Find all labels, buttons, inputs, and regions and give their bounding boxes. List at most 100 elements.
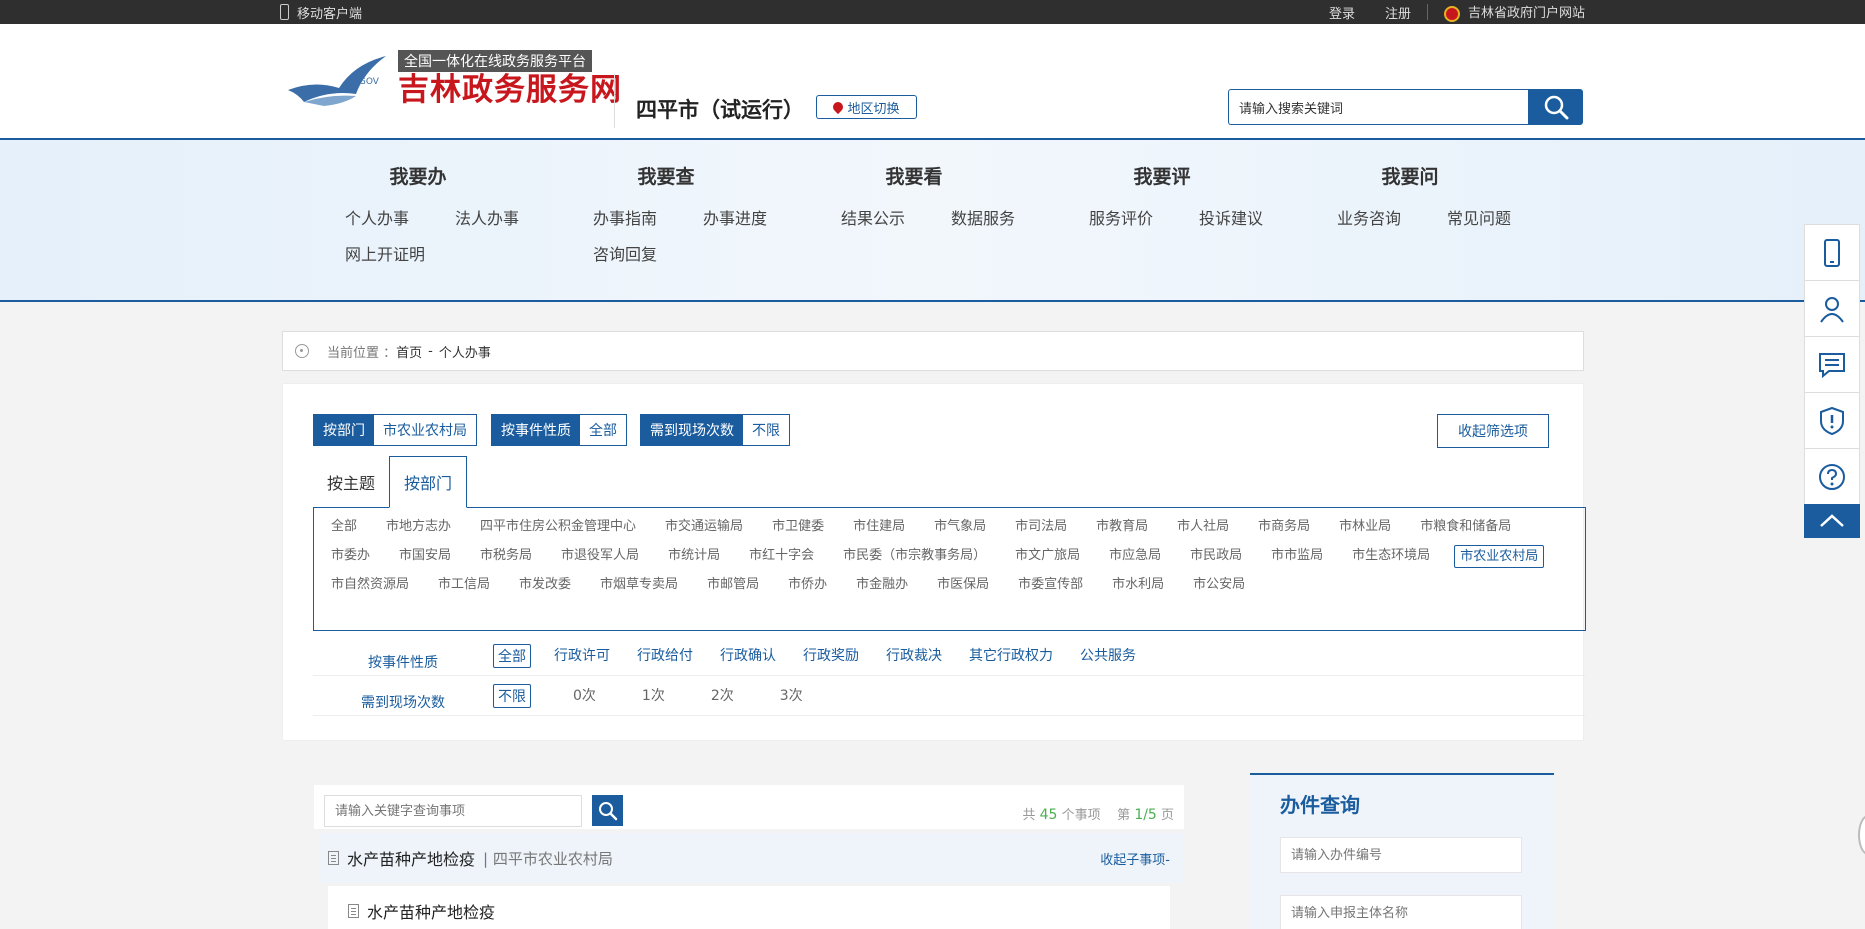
department-option[interactable]: 市人社局 [1172, 516, 1234, 539]
item-name[interactable]: 水产苗种产地检疫 [347, 846, 475, 870]
nature-option[interactable]: 行政确认 [716, 644, 780, 668]
nav-item-guide[interactable]: 办事指南 [593, 205, 659, 229]
nav-item-complaint[interactable]: 投诉建议 [1199, 205, 1265, 229]
register-link[interactable]: 注册 [1385, 3, 1411, 22]
user-center-button[interactable] [1804, 280, 1860, 336]
department-option[interactable]: 市退役军人局 [556, 545, 644, 568]
region-switch-button[interactable]: 地区切换 [816, 95, 917, 119]
item-search-button[interactable] [592, 795, 623, 826]
site-search-button[interactable] [1528, 89, 1583, 125]
site-logo[interactable]: .GOV 全国一体化在线政务服务平台 吉林政务服务网 [284, 50, 622, 110]
complaint-button[interactable] [1804, 392, 1860, 448]
nav-item-evaluation[interactable]: 服务评价 [1089, 205, 1155, 229]
department-option[interactable]: 市卫健委 [767, 516, 829, 539]
province-portal-link[interactable]: 吉林省政府门户网站 [1443, 2, 1585, 22]
site-search-input[interactable] [1228, 89, 1528, 125]
active-filter-nature[interactable]: 按事件性质 全部 [491, 414, 627, 446]
department-option[interactable]: 市交通运输局 [660, 516, 748, 539]
department-option[interactable]: 市粮食和储备局 [1415, 516, 1516, 539]
breadcrumb-home[interactable]: 首页 [396, 342, 422, 361]
visits-option[interactable]: 0次 [569, 684, 600, 708]
nature-option[interactable]: 行政裁决 [882, 644, 946, 668]
department-option[interactable]: 市医保局 [932, 574, 994, 597]
department-option[interactable]: 市烟草专卖局 [595, 574, 683, 597]
document-icon [328, 851, 339, 865]
department-option[interactable]: 市红十字会 [744, 545, 819, 568]
department-option[interactable]: 市文广旅局 [1010, 545, 1085, 568]
department-option[interactable]: 市工信局 [433, 574, 495, 597]
department-option[interactable]: 市民委（市宗教事务局） [838, 545, 991, 568]
case-number-input[interactable] [1280, 837, 1522, 873]
nature-option[interactable]: 其它行政权力 [965, 644, 1057, 668]
nav-group-title[interactable]: 我要评 [1047, 162, 1277, 189]
main-nav: 我要办 个人办事 法人办事 网上开证明 我要查 办事指南 办事进度 咨询回复 我… [0, 140, 1865, 302]
active-filter-visits[interactable]: 需到现场次数 不限 [640, 414, 790, 446]
department-option[interactable]: 市地方志办 [381, 516, 456, 539]
department-option[interactable]: 市自然资源局 [326, 574, 414, 597]
department-option[interactable]: 市金融办 [851, 574, 913, 597]
sub-item-name[interactable]: 水产苗种产地检疫 [367, 899, 495, 923]
visits-option[interactable]: 3次 [776, 684, 807, 708]
department-option[interactable]: 市气象局 [929, 516, 991, 539]
active-filter-department[interactable]: 按部门 市农业农村局 [313, 414, 477, 446]
department-option[interactable]: 市商务局 [1253, 516, 1315, 539]
department-option[interactable]: 市发改委 [514, 574, 576, 597]
nav-group-title[interactable]: 我要问 [1295, 162, 1525, 189]
edge-widget[interactable] [1858, 815, 1865, 855]
department-option[interactable]: 四平市住房公积金管理中心 [475, 516, 641, 539]
department-option[interactable]: 市国安局 [394, 545, 456, 568]
tab-by-department[interactable]: 按部门 [389, 456, 468, 508]
visits-option[interactable]: 不限 [493, 683, 531, 708]
department-option[interactable]: 市委宣传部 [1013, 574, 1088, 597]
department-option[interactable]: 市生态环境局 [1347, 545, 1435, 568]
department-option[interactable]: 全部 [326, 516, 362, 539]
department-option[interactable]: 市市监局 [1266, 545, 1328, 568]
collapse-subitems-link[interactable]: 收起子事项- [1100, 849, 1170, 868]
login-link[interactable]: 登录 [1329, 3, 1355, 22]
visits-option[interactable]: 1次 [638, 684, 669, 708]
department-option[interactable]: 市侨办 [783, 574, 832, 597]
department-option[interactable]: 市林业局 [1334, 516, 1396, 539]
nature-option[interactable]: 行政给付 [633, 644, 697, 668]
department-option[interactable]: 市邮管局 [702, 574, 764, 597]
department-option[interactable]: 市公安局 [1188, 574, 1250, 597]
department-option[interactable]: 市农业农村局 [1454, 545, 1545, 568]
department-option[interactable]: 市教育局 [1091, 516, 1153, 539]
applicant-name-input[interactable] [1280, 895, 1522, 929]
department-list: 全部 市地方志办 四平市住房公积金管理中心 市交通运输局 市卫健委 市住建局 市气象局 市司法… [313, 507, 1586, 631]
mobile-app-button[interactable] [1804, 224, 1860, 280]
department-option[interactable]: 市税务局 [475, 545, 537, 568]
nav-item-certificate[interactable]: 网上开证明 [345, 241, 425, 265]
item-search-input[interactable] [324, 795, 582, 827]
help-button[interactable] [1804, 448, 1860, 504]
department-option[interactable]: 市司法局 [1010, 516, 1072, 539]
nav-item-consult[interactable]: 业务咨询 [1337, 205, 1403, 229]
mobile-client-link[interactable]: 移动客户端 [280, 3, 362, 22]
collapse-filters-button[interactable]: 收起筛选项 [1437, 414, 1549, 448]
nav-item-data[interactable]: 数据服务 [951, 205, 1017, 229]
nav-item-personal[interactable]: 个人办事 [345, 205, 411, 229]
nav-item-faq[interactable]: 常见问题 [1447, 205, 1513, 229]
search-icon [1544, 95, 1568, 120]
message-button[interactable] [1804, 336, 1860, 392]
back-to-top-button[interactable] [1804, 504, 1860, 538]
nav-group-title[interactable]: 我要看 [799, 162, 1029, 189]
department-option[interactable]: 市委办 [326, 545, 375, 568]
department-option[interactable]: 市统计局 [663, 545, 725, 568]
nav-item-results[interactable]: 结果公示 [841, 205, 907, 229]
nature-option[interactable]: 行政奖励 [799, 644, 863, 668]
nature-option[interactable]: 公共服务 [1076, 644, 1140, 668]
tab-by-theme[interactable]: 按主题 [313, 456, 389, 508]
nature-option[interactable]: 全部 [493, 643, 531, 668]
nav-group-title[interactable]: 我要办 [303, 162, 533, 189]
nav-item-legal-person[interactable]: 法人办事 [455, 205, 521, 229]
nav-group-title[interactable]: 我要查 [551, 162, 781, 189]
nav-item-reply[interactable]: 咨询回复 [593, 241, 659, 265]
visits-option[interactable]: 2次 [707, 684, 738, 708]
nav-item-progress[interactable]: 办事进度 [703, 205, 769, 229]
department-option[interactable]: 市民政局 [1185, 545, 1247, 568]
department-option[interactable]: 市应急局 [1104, 545, 1166, 568]
nature-option[interactable]: 行政许可 [550, 644, 614, 668]
department-option[interactable]: 市水利局 [1107, 574, 1169, 597]
department-option[interactable]: 市住建局 [848, 516, 910, 539]
